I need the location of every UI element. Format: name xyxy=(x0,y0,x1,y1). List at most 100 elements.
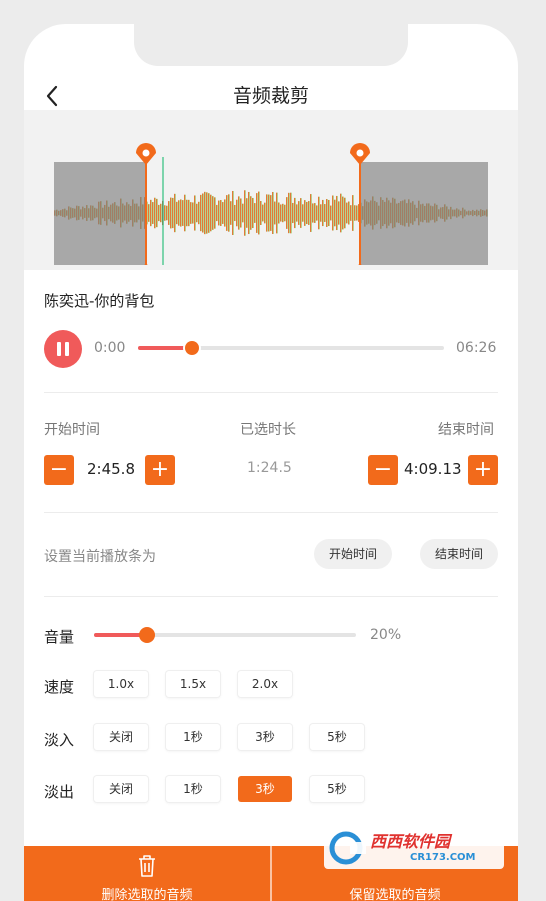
waveform-bar xyxy=(166,205,168,221)
keep-selection-label: 保留选取的音频 xyxy=(349,888,441,901)
volume-slider[interactable] xyxy=(94,627,356,643)
waveform-bar xyxy=(240,198,242,228)
volume-knob[interactable] xyxy=(139,627,155,643)
end-time-value: 4:09.13 xyxy=(404,460,462,478)
waveform-bar xyxy=(306,201,308,225)
waveform-bar xyxy=(234,204,236,222)
waveform-bar xyxy=(272,192,274,234)
waveform[interactable] xyxy=(54,135,488,265)
fade-in-option[interactable]: 关闭 xyxy=(94,724,148,750)
trim-start-handle-top[interactable] xyxy=(136,143,156,165)
waveform-bar xyxy=(286,197,288,229)
waveform-bar xyxy=(238,196,240,230)
waveform-bar xyxy=(180,199,182,227)
waveform-bar xyxy=(222,202,224,224)
set-start-button[interactable]: 开始时间 xyxy=(314,539,392,569)
fade-out-label: 淡出 xyxy=(44,783,75,801)
waveform-bar xyxy=(254,203,256,223)
waveform-bar xyxy=(314,203,316,223)
waveform-bar xyxy=(282,203,284,223)
waveform-bar xyxy=(340,193,342,233)
waveform-bar xyxy=(196,203,198,223)
waveform-bar xyxy=(278,202,280,224)
fade-out-option-selected[interactable]: 3秒 xyxy=(238,776,292,802)
set-end-button[interactable]: 结束时间 xyxy=(420,539,498,569)
waveform-bar xyxy=(148,204,150,222)
waveform-bar xyxy=(276,192,278,234)
waveform-bar xyxy=(198,201,200,225)
waveform-bar xyxy=(302,204,304,222)
waveform-bar xyxy=(150,199,152,227)
waveform-bar xyxy=(170,197,172,229)
waveform-bar xyxy=(296,204,298,222)
waveform-bar xyxy=(294,197,296,229)
start-time-value: 2:45.8 xyxy=(87,460,135,478)
fade-in-label: 淡入 xyxy=(44,731,75,749)
waveform-bar xyxy=(154,197,156,229)
speed-option[interactable]: 1.0x xyxy=(94,671,148,697)
fade-in-option[interactable]: 3秒 xyxy=(238,724,292,750)
waveform-bar xyxy=(212,196,214,230)
waveform-bar xyxy=(318,196,320,230)
watermark-site: CR173.COM xyxy=(410,852,476,863)
waveform-bar xyxy=(288,192,290,234)
trim-end-handle-top[interactable] xyxy=(350,143,370,165)
waveform-bar xyxy=(274,201,276,225)
waveform-bar xyxy=(256,193,258,233)
start-minus-button[interactable]: − xyxy=(44,455,74,485)
waveform-bar xyxy=(292,202,294,224)
delete-selection-label: 删除选取的音频 xyxy=(101,888,193,901)
speed-option[interactable]: 2.0x xyxy=(238,671,292,697)
volume-value: 20% xyxy=(370,627,402,643)
waveform-bar xyxy=(290,192,292,234)
waveform-bar xyxy=(246,198,248,228)
waveform-bar xyxy=(346,202,348,224)
waveform-bar xyxy=(344,197,346,229)
playback-progress[interactable] xyxy=(138,339,444,357)
waveform-bar xyxy=(350,205,352,221)
trash-icon xyxy=(139,855,155,877)
waveform-bar xyxy=(342,196,344,230)
waveform-bar xyxy=(334,199,336,227)
waveform-bar xyxy=(152,202,154,224)
waveform-bar xyxy=(156,198,158,228)
notch xyxy=(134,24,408,66)
waveform-bar xyxy=(204,191,206,235)
end-minus-button[interactable]: − xyxy=(368,455,398,485)
delete-selection-button[interactable]: 删除选取的音频 xyxy=(24,846,270,901)
waveform-bar xyxy=(218,200,220,226)
waveform-bar xyxy=(202,193,204,233)
fade-in-option[interactable]: 5秒 xyxy=(310,724,364,750)
waveform-area[interactable] xyxy=(24,110,518,270)
divider xyxy=(44,512,498,513)
current-time: 0:00 xyxy=(94,340,126,356)
waveform-bar xyxy=(188,199,190,227)
fade-out-option[interactable]: 关闭 xyxy=(94,776,148,802)
start-plus-button[interactable]: + xyxy=(145,455,175,485)
waveform-bar xyxy=(190,202,192,224)
end-time-label: 结束时间 xyxy=(438,422,494,438)
fade-in-option[interactable]: 1秒 xyxy=(166,724,220,750)
waveform-bar xyxy=(176,201,178,225)
waveform-bar xyxy=(352,195,354,231)
pause-button[interactable] xyxy=(44,330,82,368)
trim-shade-left xyxy=(54,162,146,265)
waveform-bar xyxy=(308,201,310,225)
speed-option[interactable]: 1.5x xyxy=(166,671,220,697)
fade-out-option[interactable]: 1秒 xyxy=(166,776,220,802)
divider xyxy=(44,596,498,597)
waveform-bar xyxy=(160,203,162,223)
progress-knob[interactable] xyxy=(183,339,201,357)
waveform-bar xyxy=(316,205,318,221)
waveform-bar xyxy=(178,200,180,226)
waveform-bar xyxy=(300,198,302,228)
fade-out-option[interactable]: 5秒 xyxy=(310,776,364,802)
waveform-bar xyxy=(310,194,312,232)
waveform-bar xyxy=(320,204,322,222)
waveform-bar xyxy=(220,200,222,226)
waveform-bar xyxy=(270,195,272,231)
waveform-bar xyxy=(244,190,246,236)
waveform-bar xyxy=(236,199,238,227)
end-plus-button[interactable]: + xyxy=(468,455,498,485)
waveform-bar xyxy=(224,199,226,227)
